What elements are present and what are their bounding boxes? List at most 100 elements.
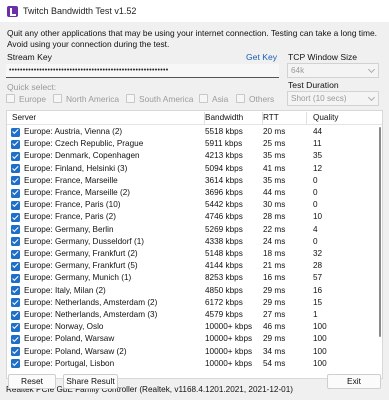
server-name: Europe: France, Marseille (2) (24, 188, 131, 197)
table-row[interactable]: Europe: Finland, Helsinki (3) 5094 kbps 41… (7, 163, 382, 175)
quality-value: 11 (313, 139, 322, 149)
exit-button[interactable]: Exit (327, 374, 381, 389)
checkbox-checked-icon[interactable] (11, 249, 20, 259)
quality-value: 0 (313, 188, 318, 197)
checkbox-checked-icon[interactable] (11, 334, 20, 344)
server-name: Europe: France, Paris (2) (24, 212, 116, 222)
rtt-value: 29 ms (263, 285, 286, 295)
test-duration-select[interactable]: Short (10 secs) (287, 91, 379, 106)
checkbox-checked-icon[interactable] (11, 359, 20, 369)
checkbox-checked-icon[interactable] (11, 212, 20, 222)
quick-select-label: Quick select: (7, 82, 57, 92)
quality-value: 35 (313, 151, 323, 161)
table-row[interactable]: Europe: Germany, Berlin 5269 kbps 22 ms 4 (7, 224, 382, 236)
column-quality[interactable]: Quality (313, 113, 338, 122)
window-title: Twitch Bandwidth Test v1.52 (23, 6, 137, 16)
rtt-value: 25 ms (263, 139, 286, 149)
server-name: Europe: France, Marseille (24, 175, 118, 185)
table-row[interactable]: Europe: Norway, Oslo 10000+ kbps 46 ms 100 (7, 321, 382, 333)
checkbox-checked-icon[interactable] (11, 286, 20, 296)
stream-key-input[interactable]: ••••••••••••••••••••••••••••••••••••••••… (6, 64, 279, 78)
table-scrollbar[interactable] (377, 125, 382, 378)
quality-value: 10 (313, 212, 323, 222)
rtt-value: 44 ms (263, 188, 286, 197)
table-row[interactable]: Europe: Czech Republic, Prague 5911 kbps 2… (7, 138, 382, 150)
bandwidth-value: 8253 kbps (205, 273, 243, 283)
tcp-window-value: 64k (291, 66, 305, 75)
server-name: Europe: Norway, Oslo (24, 322, 104, 332)
get-key-link[interactable]: Get Key (246, 52, 277, 62)
tcp-window-select[interactable]: 64k (287, 63, 379, 78)
share-result-button[interactable]: Share Result (63, 374, 118, 389)
server-name: Europe: Czech Republic, Prague (24, 139, 144, 149)
notice-text: Quit any other applications that may be … (7, 28, 377, 49)
table-row[interactable]: Europe: Netherlands, Amsterdam (3) 4579 k… (7, 309, 382, 321)
rtt-value: 35 ms (263, 151, 286, 161)
checkbox-checked-icon[interactable] (11, 298, 20, 308)
checkbox-checked-icon[interactable] (11, 237, 20, 247)
quick-select-south-america[interactable]: South America (126, 94, 193, 104)
table-row[interactable]: Europe: Germany, Dusseldorf (1) 4338 kbps… (7, 236, 382, 248)
table-row[interactable]: Europe: Germany, Munich (1) 8253 kbps 16 m… (7, 272, 382, 284)
table-row[interactable]: Europe: France, Marseille 3614 kbps 35 ms 0 (7, 175, 382, 187)
quick-select-north-america[interactable]: North America (53, 94, 119, 104)
quality-value: 0 (313, 175, 318, 185)
rtt-value: 41 ms (263, 163, 286, 173)
checkbox-checked-icon[interactable] (11, 127, 20, 137)
checkbox-checked-icon[interactable] (11, 273, 20, 283)
table-row[interactable]: Europe: Poland, Warsaw 10000+ kbps 29 ms 10… (7, 333, 382, 345)
table-row[interactable]: Europe: France, Marseille (2) 3696 kbps 44… (7, 187, 382, 199)
checkbox-checked-icon[interactable] (11, 310, 20, 320)
server-name: Europe: Germany, Frankfurt (5) (24, 261, 138, 271)
checkbox-checked-icon[interactable] (11, 225, 20, 235)
quick-select-others[interactable]: Others (236, 94, 274, 104)
server-name: Europe: Finland, Helsinki (3) (24, 163, 128, 173)
checkbox-icon (53, 94, 62, 103)
checkbox-checked-icon[interactable] (11, 139, 20, 149)
bandwidth-value: 4213 kbps (205, 151, 243, 161)
table-row[interactable]: Europe: Poland, Warsaw (2) 10000+ kbps 34 … (7, 346, 382, 358)
checkbox-icon (199, 94, 208, 103)
checkbox-icon (126, 94, 135, 103)
bandwidth-value: 10000+ kbps (205, 346, 253, 356)
quality-value: 100 (313, 322, 327, 332)
table-row[interactable]: Europe: Germany, Frankfurt (5) 4144 kbps 2… (7, 260, 382, 272)
server-name: Europe: Italy, Milan (2) (24, 285, 106, 295)
checkbox-checked-icon[interactable] (11, 261, 20, 271)
table-row[interactable]: Europe: Netherlands, Amsterdam (2) 6172 k… (7, 297, 382, 309)
table-row[interactable]: Europe: Germany, Frankfurt (2) 5148 kbps 1… (7, 248, 382, 260)
quick-select-asia[interactable]: Asia (199, 94, 228, 104)
checkbox-checked-icon[interactable] (11, 322, 20, 332)
scrollbar-thumb[interactable] (379, 127, 381, 337)
reset-button[interactable]: Reset (8, 374, 56, 389)
rtt-value: 22 ms (263, 224, 286, 234)
server-name: Europe: Portugal, Lisbon (24, 358, 115, 368)
rtt-value: 27 ms (263, 310, 286, 319)
table-row[interactable]: Europe: Denmark, Copenhagen 4213 kbps 35 m… (7, 150, 382, 162)
checkbox-checked-icon[interactable] (11, 347, 20, 357)
bandwidth-value: 4579 kbps (205, 310, 243, 319)
column-server[interactable]: Server (12, 113, 36, 122)
quick-select-europe[interactable]: Europe (6, 94, 46, 104)
checkbox-checked-icon[interactable] (11, 164, 20, 174)
quality-value: 16 (313, 285, 323, 295)
bandwidth-value: 10000+ kbps (205, 322, 253, 332)
stream-key-label: Stream Key (7, 52, 52, 62)
rtt-value: 35 ms (263, 175, 286, 185)
column-rtt[interactable]: RTT (263, 113, 279, 122)
table-row[interactable]: Europe: Portugal, Lisbon 10000+ kbps 54 ms… (7, 358, 382, 370)
quality-value: 100 (313, 358, 327, 368)
checkbox-checked-icon[interactable] (11, 188, 20, 198)
column-bandwidth[interactable]: Bandwidth (205, 113, 243, 122)
table-row[interactable]: Europe: Austria, Vienna (2) 5518 kbps 20 m… (7, 126, 382, 138)
table-row[interactable]: Europe: France, Paris (2) 4746 kbps 28 ms 1… (7, 211, 382, 223)
table-row[interactable]: Europe: France, Paris (10) 5442 kbps 30 ms… (7, 199, 382, 211)
bandwidth-value: 3696 kbps (205, 188, 243, 197)
checkbox-checked-icon[interactable] (11, 200, 20, 210)
checkbox-checked-icon[interactable] (11, 176, 20, 186)
server-name: Europe: Germany, Frankfurt (2) (24, 249, 138, 258)
rtt-value: 54 ms (263, 358, 286, 368)
checkbox-checked-icon[interactable] (11, 151, 20, 161)
table-row[interactable]: Europe: Italy, Milan (2) 4850 kbps 29 ms 16 (7, 285, 382, 297)
rtt-value: 29 ms (263, 297, 286, 307)
